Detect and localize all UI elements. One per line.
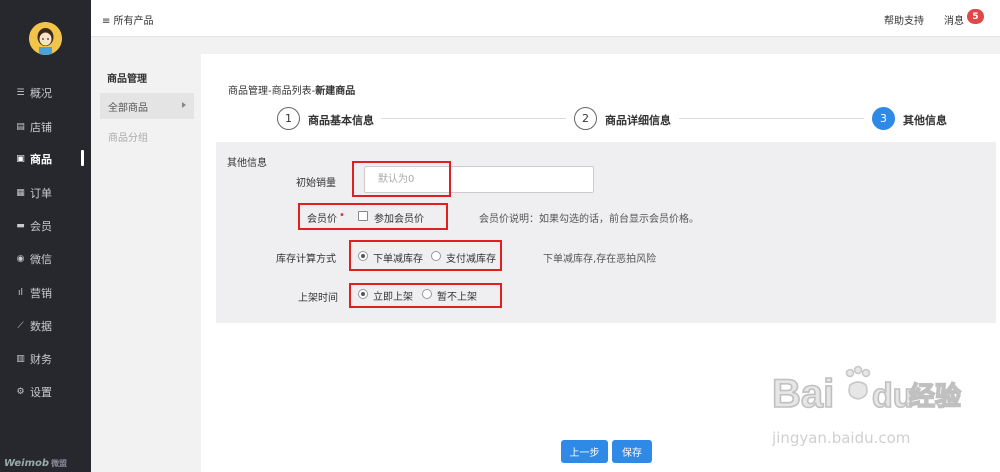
finance-icon: ▥	[16, 354, 25, 364]
save-button[interactable]: 保存	[612, 440, 652, 463]
step-1-label: 商品基本信息	[308, 114, 374, 127]
sidebar-item-goods[interactable]: ▣ 商品	[0, 148, 91, 170]
sidebar-item-label: 营销	[30, 287, 52, 300]
prev-step-button[interactable]: 上一步	[561, 440, 608, 463]
step-1-circle: 1	[277, 107, 300, 130]
highlight-box	[349, 240, 502, 271]
help-support-link[interactable]: 帮助支持	[884, 12, 924, 27]
submenu-item-all-goods[interactable]: 全部商品	[100, 93, 194, 119]
sidebar-item-label: 设置	[30, 386, 52, 399]
sidebar-item-label: 概况	[30, 87, 52, 100]
sidebar-item-label: 订单	[30, 187, 52, 200]
sidebar-item-orders[interactable]: ▦ 订单	[0, 182, 91, 204]
sidebar-item-label: 数据	[30, 320, 52, 333]
watermark-brand-2: du	[872, 377, 914, 415]
sidebar-item-wechat[interactable]: ◉ 微信	[0, 248, 91, 270]
initial-sales-label: 初始销量	[296, 178, 336, 189]
stock-method-hint: 下单减库存,存在恶拍风险	[543, 254, 657, 265]
step-connector	[381, 118, 566, 119]
sidebar-item-label: 会员	[30, 220, 52, 233]
sidebar-item-data[interactable]: ⟋ 数据	[0, 315, 91, 337]
top-bar: ≡ 所有产品 帮助支持 消息 5	[91, 0, 1000, 37]
highlight-box	[352, 161, 451, 197]
goods-icon: ▣	[16, 154, 25, 164]
sidebar-item-label: 店铺	[30, 121, 52, 134]
other-info-form: 其他信息 初始销量 会员价 • 参加会员价 会员价说明：如果勾选的话，前台显示会…	[216, 142, 996, 323]
step-connector	[679, 118, 864, 119]
main-sidebar: ☰ 概况 ▤ 店铺 ▣ 商品 ▦ 订单 ▬ 会员 ◉ 微信 ıl 营销 ⟋ 数据…	[0, 0, 91, 472]
goods-submenu: 商品管理 全部商品 商品分组	[91, 37, 199, 472]
submenu-title: 商品管理	[107, 74, 147, 85]
step-3-circle: 3	[872, 107, 895, 130]
highlight-box	[298, 203, 448, 230]
active-indicator	[81, 150, 84, 166]
breadcrumb-current: 新建商品	[315, 86, 356, 97]
watermark-brand-cn: 经验	[909, 381, 961, 412]
wechat-icon: ◉	[16, 254, 25, 264]
list-icon: ☰	[16, 88, 25, 98]
marketing-icon: ıl	[17, 288, 23, 298]
sidebar-item-settings[interactable]: ⚙ 设置	[0, 381, 91, 403]
sidebar-item-store[interactable]: ▤ 店铺	[0, 116, 91, 138]
avatar[interactable]	[29, 22, 62, 55]
weimob-logo: Weimob 微盟	[4, 458, 68, 469]
settings-icon: ⚙	[16, 387, 25, 397]
watermark-url: jingyan.baidu.com	[772, 429, 910, 447]
submenu-item-label: 全部商品	[108, 102, 148, 114]
shelf-time-label: 上架时间	[298, 293, 338, 304]
sidebar-item-label: 财务	[30, 353, 52, 366]
message-count-badge: 5	[967, 9, 984, 24]
store-icon: ▤	[16, 122, 25, 132]
messages-link[interactable]: 消息	[944, 12, 964, 27]
submenu-item-goods-group[interactable]: 商品分组	[108, 129, 148, 144]
highlight-box	[349, 283, 502, 308]
sidebar-item-marketing[interactable]: ıl 营销	[0, 282, 91, 304]
breadcrumb-path: 商品管理-商品列表-	[228, 86, 316, 97]
sidebar-item-label: 商品	[30, 153, 52, 166]
order-icon: ▦	[16, 188, 25, 198]
all-products-menu[interactable]: ≡ 所有产品	[102, 12, 154, 27]
sidebar-item-finance[interactable]: ▥ 财务	[0, 348, 91, 370]
watermark-brand: Bai	[772, 372, 834, 416]
baidu-jingyan-watermark: Bai du 经验 jingyan.baidu.com	[771, 355, 962, 455]
sidebar-item-members[interactable]: ▬ 会员	[0, 215, 91, 237]
member-price-hint: 会员价说明：如果勾选的话，前台显示会员价格。	[479, 214, 699, 225]
step-3-label: 其他信息	[903, 114, 947, 127]
breadcrumb: 商品管理-商品列表-新建商品	[228, 82, 355, 97]
sidebar-item-label: 微信	[30, 253, 52, 266]
chevron-right-icon	[182, 102, 186, 108]
section-title: 其他信息	[227, 158, 267, 169]
data-chart-icon: ⟋	[17, 321, 24, 331]
member-card-icon: ▬	[16, 221, 25, 231]
stock-method-label: 库存计算方式	[276, 254, 336, 265]
step-2-circle: 2	[574, 107, 597, 130]
step-2-label: 商品详细信息	[605, 114, 671, 127]
sidebar-item-overview[interactable]: ☰ 概况	[0, 82, 91, 104]
